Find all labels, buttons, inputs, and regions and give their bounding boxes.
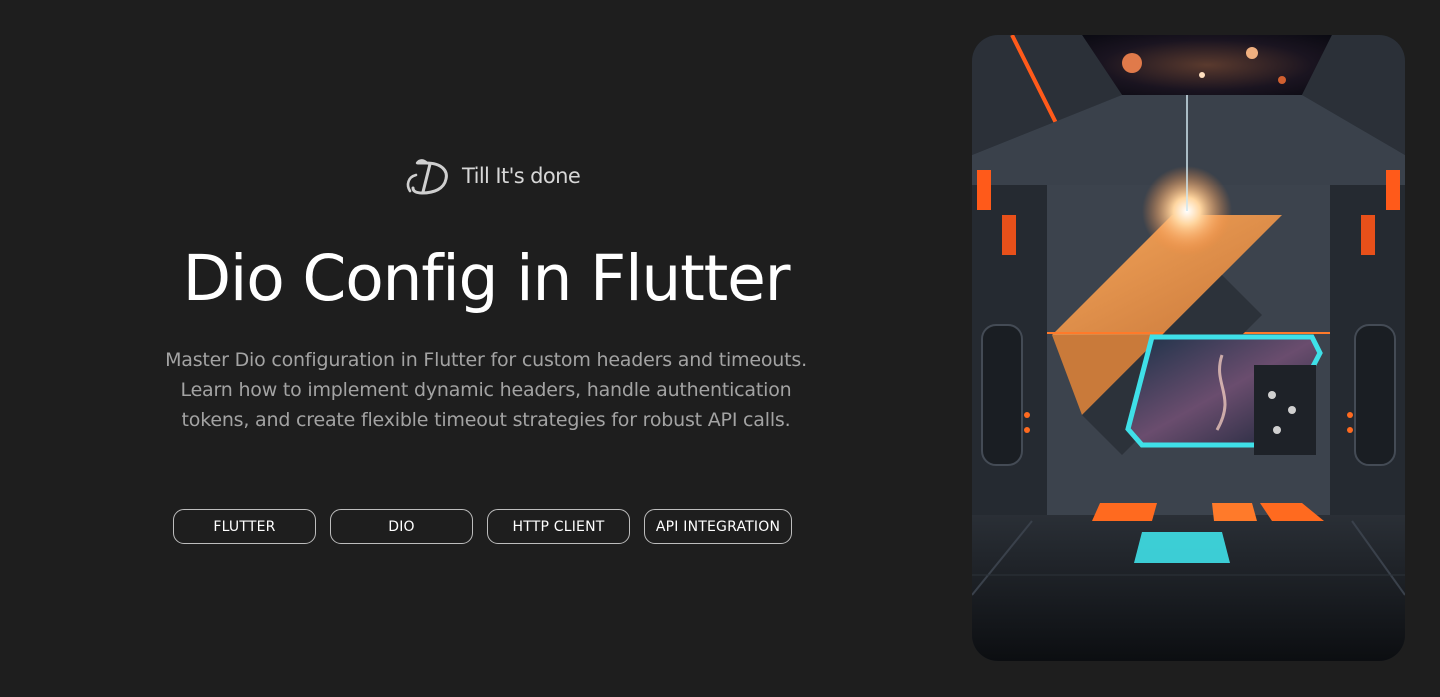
spaceship-corridor-illustration (972, 35, 1405, 661)
page-description: Master Dio configuration in Flutter for … (165, 349, 807, 431)
page: Till It's done Dio Config in Flutter Mas… (0, 0, 1440, 697)
page-title: Dio Config in Flutter (182, 242, 791, 315)
till-its-done-logo-icon (406, 159, 448, 195)
tag-dio[interactable]: DIO (330, 509, 473, 544)
brand[interactable]: Till It's done (404, 154, 581, 198)
tag-list: FLUTTER DIO HTTP CLIENT API INTEGRATION (173, 509, 792, 544)
brand-name: Till It's done (462, 164, 581, 188)
tag-http-client[interactable]: HTTP CLIENT (487, 509, 630, 544)
tag-flutter[interactable]: FLUTTER (173, 509, 316, 544)
hero-image (972, 35, 1405, 661)
tag-api-integration[interactable]: API INTEGRATION (644, 509, 792, 544)
